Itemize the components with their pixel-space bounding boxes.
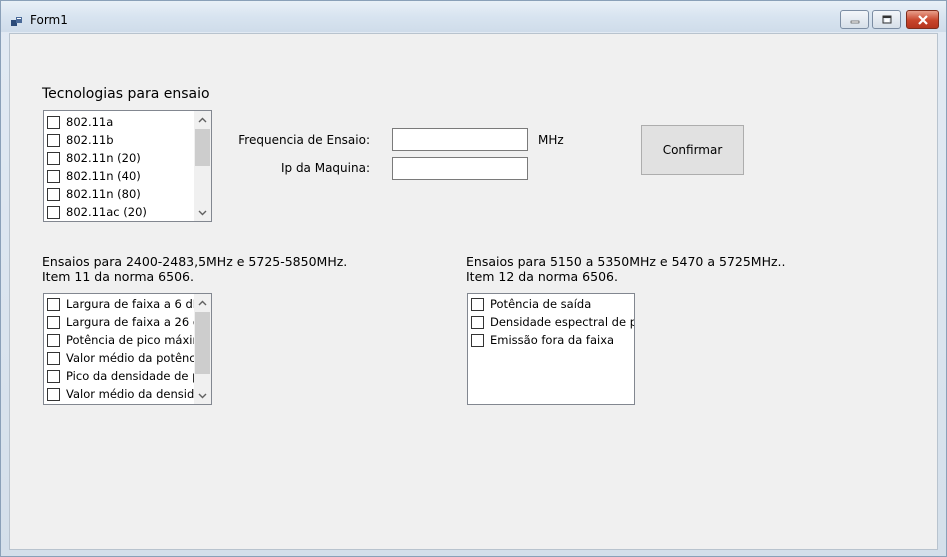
vertical-scrollbar[interactable]: [194, 294, 211, 404]
list-item[interactable]: Potência de saída: [468, 295, 634, 313]
window-title: Form1: [30, 13, 68, 27]
list-item-label: 802.11n (80): [66, 187, 141, 201]
form-client-area: Tecnologias para ensaio 802.11a 802.11b …: [9, 33, 938, 550]
minimize-icon: [850, 20, 859, 23]
vertical-scrollbar[interactable]: [194, 111, 211, 221]
list-item[interactable]: 802.11a: [44, 113, 211, 131]
checkbox[interactable]: [47, 315, 60, 329]
scroll-thumb[interactable]: [195, 129, 210, 166]
title-bar[interactable]: Form1: [1, 1, 946, 32]
chevron-up-icon: [198, 300, 207, 305]
list-item-label: Largura de faixa a 26 dB: [66, 315, 194, 329]
list-item-label: Valor médio da densidac: [66, 387, 194, 401]
list-item[interactable]: Densidade espectral de potê: [468, 313, 634, 331]
list-item[interactable]: 802.11n (20): [44, 149, 211, 167]
checkbox[interactable]: [47, 351, 60, 365]
list-item-label: Densidade espectral de potê: [490, 315, 634, 329]
frequencia-input[interactable]: [392, 128, 528, 151]
ensaios-5-heading-line2: Item 12 da norma 6506.: [466, 269, 618, 284]
list-item-label: Potência de pico máxim: [66, 333, 194, 347]
list-item-label: Emissão fora da faixa: [490, 333, 615, 347]
checkbox[interactable]: [47, 115, 60, 129]
ensaios-24-heading-line1: Ensaios para 2400-2483,5MHz e 5725-5850M…: [42, 254, 348, 269]
checkbox[interactable]: [47, 151, 60, 165]
list-item[interactable]: 802.11n (40): [44, 167, 211, 185]
checkbox[interactable]: [47, 369, 60, 383]
ensaios-5-checklist[interactable]: Potência de saída Densidade espectral de…: [467, 293, 635, 405]
checkbox[interactable]: [47, 169, 60, 183]
list-item-label: 802.11n (40): [66, 169, 141, 183]
list-item[interactable]: Largura de faixa a 6 dB: [44, 295, 194, 313]
close-icon: [917, 14, 928, 25]
ensaios-24-checklist[interactable]: Largura de faixa a 6 dB Largura de faixa…: [43, 293, 212, 405]
list-item[interactable]: Potência de pico máxim: [44, 331, 194, 349]
ensaios-24-heading-line2: Item 11 da norma 6506.: [42, 269, 194, 284]
list-item[interactable]: Emissão fora da faixa: [468, 331, 634, 349]
checkbox[interactable]: [471, 315, 484, 329]
minimize-button[interactable]: [840, 10, 869, 29]
app-icon[interactable]: [11, 13, 23, 26]
list-item-label: Pico da densidade de po: [66, 369, 194, 383]
form1-window: Form1 Tecnologias para ensaio 802.11a 80…: [0, 0, 947, 557]
list-item-label: Largura de faixa a 6 dB: [66, 297, 194, 311]
list-item[interactable]: 802.11n (80): [44, 185, 211, 203]
list-item[interactable]: Largura de faixa a 26 dB: [44, 313, 194, 331]
ip-label: Ip da Maquina:: [280, 161, 370, 175]
mhz-unit-label: MHz: [538, 133, 564, 147]
checkbox[interactable]: [47, 387, 60, 401]
list-item[interactable]: Valor médio da potência: [44, 349, 194, 367]
list-item-label: 802.11b: [66, 133, 114, 147]
confirmar-button[interactable]: Confirmar: [641, 125, 744, 175]
frequencia-label: Frequencia de Ensaio:: [238, 133, 370, 147]
ip-input[interactable]: [392, 157, 528, 180]
scroll-thumb[interactable]: [195, 312, 210, 374]
scroll-up-button[interactable]: [194, 111, 211, 128]
maximize-button[interactable]: [872, 10, 901, 29]
scroll-down-button[interactable]: [194, 204, 211, 221]
chevron-up-icon: [198, 117, 207, 122]
ensaios-5-heading-line1: Ensaios para 5150 a 5350MHz e 5470 a 572…: [466, 254, 786, 269]
list-item[interactable]: 802.11ac (20): [44, 203, 211, 221]
checkbox[interactable]: [47, 187, 60, 201]
list-item-label: Valor médio da potência: [66, 351, 194, 365]
list-item-label: 802.11ac (20): [66, 205, 147, 219]
checkbox[interactable]: [47, 297, 60, 311]
chevron-down-icon: [198, 393, 207, 398]
list-item-label: Potência de saída: [490, 297, 592, 311]
restore-icon: [882, 15, 891, 23]
list-item[interactable]: Pico da densidade de po: [44, 367, 194, 385]
list-item-label: 802.11n (20): [66, 151, 141, 165]
checkbox[interactable]: [47, 133, 60, 147]
list-item-label: 802.11a: [66, 115, 114, 129]
checkbox[interactable]: [471, 297, 484, 311]
scroll-up-button[interactable]: [194, 294, 211, 311]
tecnologias-checklist[interactable]: 802.11a 802.11b 802.11n (20) 802.11n (40…: [43, 110, 212, 222]
checkbox[interactable]: [47, 333, 60, 347]
tecnologias-heading: Tecnologias para ensaio: [42, 86, 210, 102]
list-item[interactable]: Valor médio da densidac: [44, 385, 194, 403]
chevron-down-icon: [198, 210, 207, 215]
scroll-down-button[interactable]: [194, 387, 211, 404]
close-button[interactable]: [906, 10, 939, 29]
checkbox[interactable]: [471, 333, 484, 347]
checkbox[interactable]: [47, 205, 60, 219]
list-item[interactable]: 802.11b: [44, 131, 211, 149]
